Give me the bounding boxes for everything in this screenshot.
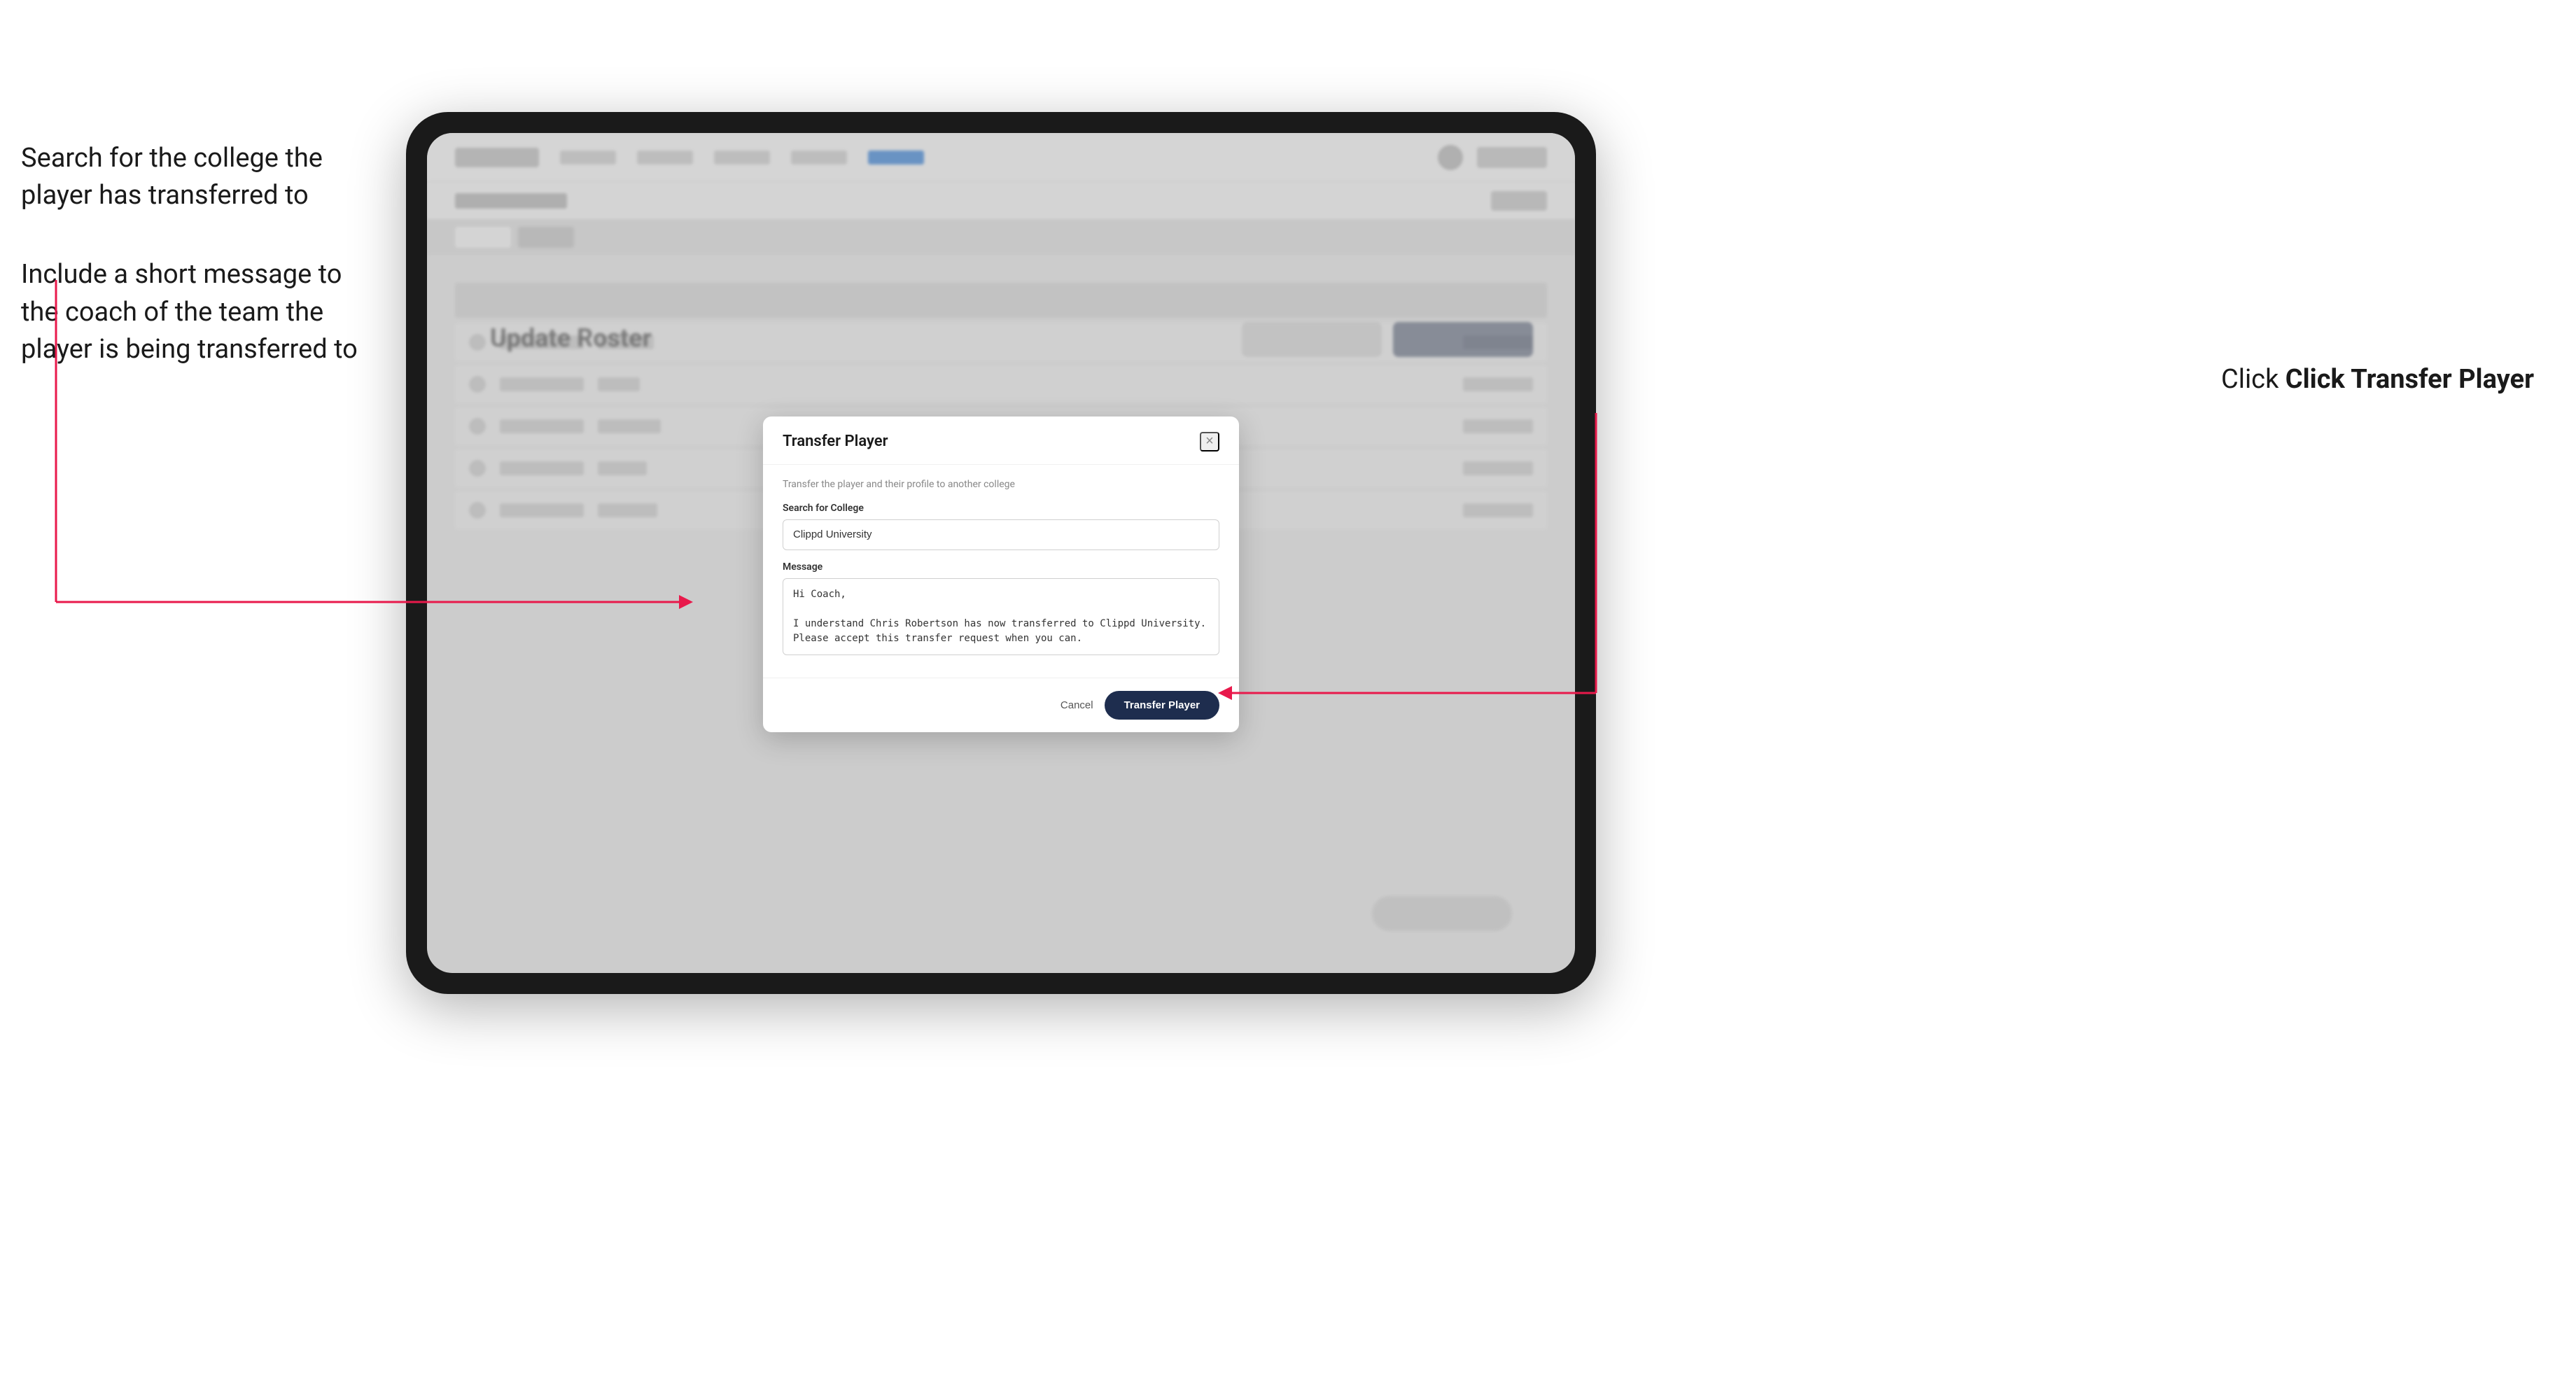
transfer-player-modal: Transfer Player × Transfer the player an… — [763, 416, 1239, 732]
modal-subtitle: Transfer the player and their profile to… — [783, 479, 1219, 490]
annotation-left-2: Include a short message to the coach of … — [21, 256, 371, 368]
modal-close-button[interactable]: × — [1200, 432, 1219, 451]
college-label: Search for College — [783, 503, 1219, 514]
modal-header: Transfer Player × — [763, 416, 1239, 465]
transfer-player-button[interactable]: Transfer Player — [1105, 691, 1219, 720]
annotation-left: Search for the college the player has tr… — [21, 140, 371, 410]
annotation-left-1: Search for the college the player has tr… — [21, 140, 371, 214]
modal-footer: Cancel Transfer Player — [763, 678, 1239, 732]
tablet-device: Update Roster Transfer Player × Transfer… — [406, 112, 1596, 994]
tablet-screen: Update Roster Transfer Player × Transfer… — [427, 133, 1575, 973]
annotation-right: Click Click Transfer Player — [2221, 364, 2534, 395]
cancel-button[interactable]: Cancel — [1060, 699, 1093, 711]
modal-body: Transfer the player and their profile to… — [763, 465, 1239, 678]
modal-overlay: Transfer Player × Transfer the player an… — [427, 133, 1575, 973]
modal-title: Transfer Player — [783, 433, 888, 450]
message-label: Message — [783, 561, 1219, 573]
college-search-input[interactable] — [783, 519, 1219, 550]
message-textarea[interactable]: Hi Coach, I understand Chris Robertson h… — [783, 578, 1219, 655]
